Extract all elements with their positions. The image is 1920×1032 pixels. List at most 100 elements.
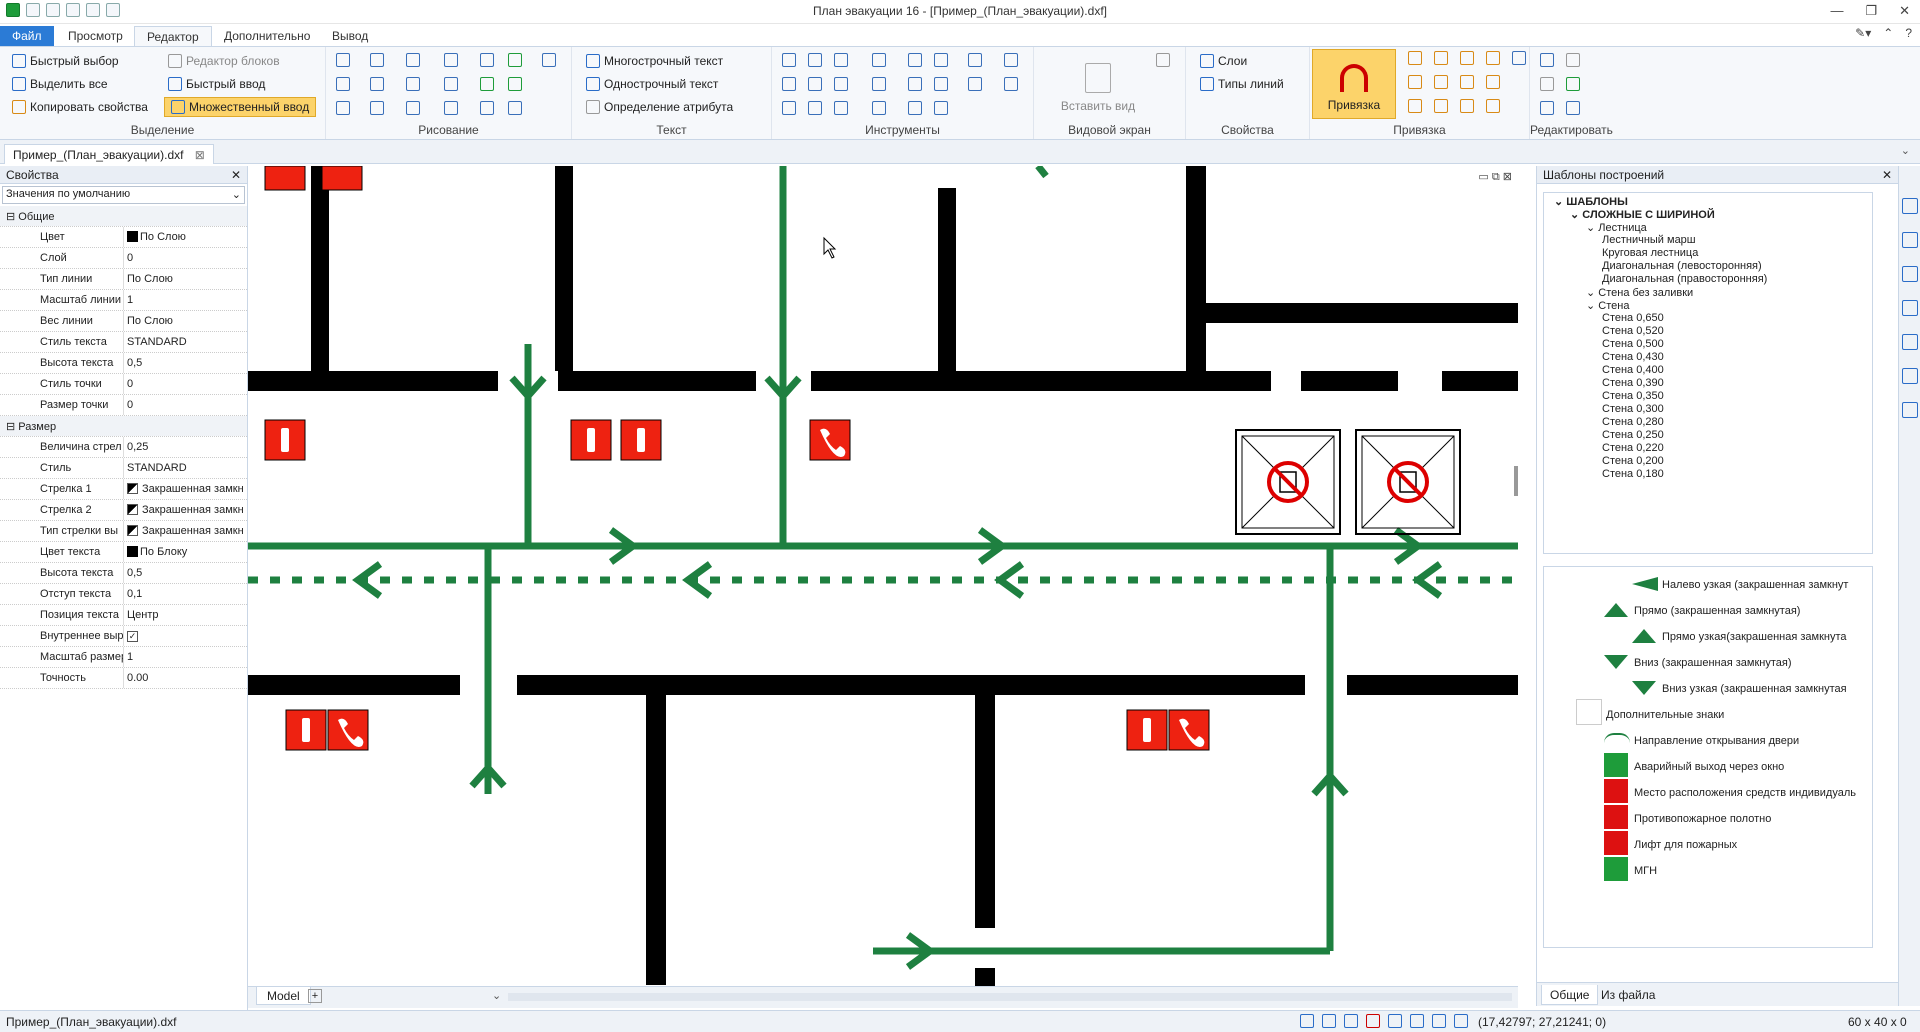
close-templates-icon[interactable]: ✕	[1882, 168, 1892, 182]
gallery-item[interactable]: Место расположения средств индивидуаль	[1634, 787, 1856, 799]
property-row[interactable]: Позиция текста Центр	[0, 605, 247, 626]
gallery-item[interactable]: Направление открывания двери	[1634, 735, 1799, 747]
fillet-icon[interactable]	[808, 101, 822, 115]
tree-node[interactable]: Стена 0,650	[1602, 312, 1664, 324]
help-icon[interactable]: ?	[1905, 26, 1912, 40]
perpendicular-icon[interactable]	[1432, 1014, 1446, 1028]
property-value[interactable]: По Слою	[124, 269, 247, 289]
quick-input-button[interactable]: Быстрый ввод	[168, 74, 265, 94]
text-snap-icon[interactable]	[1300, 1014, 1314, 1028]
property-row[interactable]: Отступ текста 0,1	[0, 584, 247, 605]
snap-extension-icon[interactable]	[1486, 99, 1500, 113]
property-value[interactable]: 0	[124, 248, 247, 268]
snap-parallel-icon[interactable]	[1460, 99, 1474, 113]
property-row[interactable]: Тип стрелки вы Закрашенная замкн	[0, 521, 247, 542]
tree-node[interactable]: Стена 0,500	[1602, 338, 1664, 350]
property-row[interactable]: Высота текста 0,5	[0, 563, 247, 584]
tree-node[interactable]: Стена 0,300	[1602, 403, 1664, 415]
property-value[interactable]: Закрашенная замкн	[124, 521, 247, 541]
tree-node[interactable]: Стена 0,520	[1602, 325, 1664, 337]
lengthen-icon[interactable]	[782, 101, 796, 115]
point-icon[interactable]	[406, 101, 420, 115]
gallery-item[interactable]: Вниз (закрашенная замкнутая)	[1634, 657, 1792, 669]
tab-from-file[interactable]: Из файла	[1593, 985, 1663, 1005]
gallery-item[interactable]: Налево узкая (закрашенная замкнут	[1662, 579, 1848, 591]
drawing-canvas[interactable]: ▭ ⧉ ⊠	[248, 166, 1518, 986]
viewport-small-icon[interactable]	[1156, 53, 1170, 67]
property-value[interactable]: 0,5	[124, 563, 247, 583]
tab-editor[interactable]: Редактор	[134, 26, 212, 46]
image-icon[interactable]	[444, 101, 458, 115]
mirror-icon[interactable]	[834, 53, 848, 67]
property-value[interactable]: ✓	[124, 626, 247, 646]
linetypes-button[interactable]: Типы линий	[1200, 74, 1284, 94]
tabs-menu-icon[interactable]: ⌄	[1901, 144, 1910, 157]
stretch-icon[interactable]	[782, 77, 796, 91]
property-row[interactable]: Точность 0.00	[0, 668, 247, 689]
grid-tool-icon[interactable]	[908, 101, 922, 115]
tree-node[interactable]: Стена 0,390	[1602, 377, 1664, 389]
rectangle-icon[interactable]	[406, 53, 420, 67]
dim-icon[interactable]	[1004, 77, 1018, 91]
property-row[interactable]: Стиль текста STANDARD	[0, 332, 247, 353]
align-icon[interactable]	[934, 53, 948, 67]
join-icon[interactable]	[834, 77, 848, 91]
delete-icon[interactable]	[1566, 53, 1580, 67]
table-icon[interactable]	[480, 101, 494, 115]
polyline-icon[interactable]	[370, 53, 384, 67]
snap-button[interactable]: Привязка	[1312, 49, 1396, 119]
property-value[interactable]: 0,1	[124, 584, 247, 604]
tab-output[interactable]: Вывод	[320, 26, 380, 46]
property-row[interactable]: Слой 0	[0, 248, 247, 269]
lineweight-icon[interactable]	[1454, 1014, 1468, 1028]
property-row[interactable]: Стрелка 2 Закрашенная замкн	[0, 500, 247, 521]
polar-icon[interactable]	[1344, 1014, 1358, 1028]
property-row[interactable]: Внутреннее выр ✓	[0, 626, 247, 647]
property-value[interactable]: По Блоку	[124, 542, 247, 562]
snap-intersection-icon[interactable]	[1408, 75, 1422, 89]
templates-gallery[interactable]: Налево узкая (закрашенная замкнут Прямо (…	[1543, 566, 1873, 948]
expand-icon[interactable]: ⌄	[1586, 222, 1598, 234]
tree-node[interactable]: Стена 0,400	[1602, 364, 1664, 376]
snap-tangent-icon[interactable]	[1434, 99, 1448, 113]
property-row[interactable]: Размер точки 0	[0, 395, 247, 416]
property-row[interactable]: Стрелка 1 Закрашенная замкн	[0, 479, 247, 500]
offset-icon[interactable]	[908, 53, 922, 67]
property-row[interactable]: Масштаб размер 1	[0, 647, 247, 668]
property-row[interactable]: Стиль STANDARD	[0, 458, 247, 479]
gallery-item[interactable]: Аварийный выход через окно	[1634, 761, 1784, 773]
spline-icon[interactable]	[336, 101, 350, 115]
blocks-side-icon[interactable]	[1902, 266, 1918, 282]
property-row[interactable]: Вес линии По Слою	[0, 311, 247, 332]
tree-node[interactable]: Стена 0,250	[1602, 429, 1664, 441]
copy-icon[interactable]	[1566, 77, 1580, 91]
insert-view-button[interactable]: Вставить вид	[1048, 49, 1148, 119]
arrow-green-icon[interactable]	[508, 53, 522, 67]
tab-extra[interactable]: Дополнительно	[212, 26, 322, 46]
array-icon[interactable]	[872, 53, 886, 67]
cloud-icon[interactable]	[508, 101, 522, 115]
clipboard-icon[interactable]	[1540, 101, 1554, 115]
style-icon[interactable]: ✎▾	[1855, 26, 1871, 40]
curve-icon[interactable]	[872, 101, 886, 115]
tree-node[interactable]: Стена 0,350	[1602, 390, 1664, 402]
property-value[interactable]: 0	[124, 374, 247, 394]
circle-tool-icon[interactable]	[336, 77, 350, 91]
tree-node[interactable]: Круговая лестница	[1602, 247, 1698, 259]
property-row[interactable]: Масштаб линии 1	[0, 290, 247, 311]
add-layout-icon[interactable]: +	[308, 989, 322, 1003]
property-row[interactable]: Высота текста 0,5	[0, 353, 247, 374]
tree-node[interactable]: ⌄ Стена	[1586, 299, 1629, 312]
close-icon[interactable]: ✕	[1899, 3, 1910, 19]
line-icon[interactable]	[336, 53, 350, 67]
property-value[interactable]: Центр	[124, 605, 247, 625]
floor-plan[interactable]	[248, 166, 1518, 986]
layouts-menu-icon[interactable]: ⌄	[492, 989, 501, 1002]
property-value[interactable]: Закрашенная замкн	[124, 500, 247, 520]
gallery-item[interactable]: МГН	[1634, 865, 1657, 877]
checkbox[interactable]: ✓	[127, 631, 138, 642]
multiline-icon[interactable]	[444, 53, 458, 67]
arrow-right-green-icon[interactable]	[508, 77, 522, 91]
property-row[interactable]: Стиль точки 0	[0, 374, 247, 395]
property-section[interactable]: ⊟ Размер	[0, 416, 247, 437]
